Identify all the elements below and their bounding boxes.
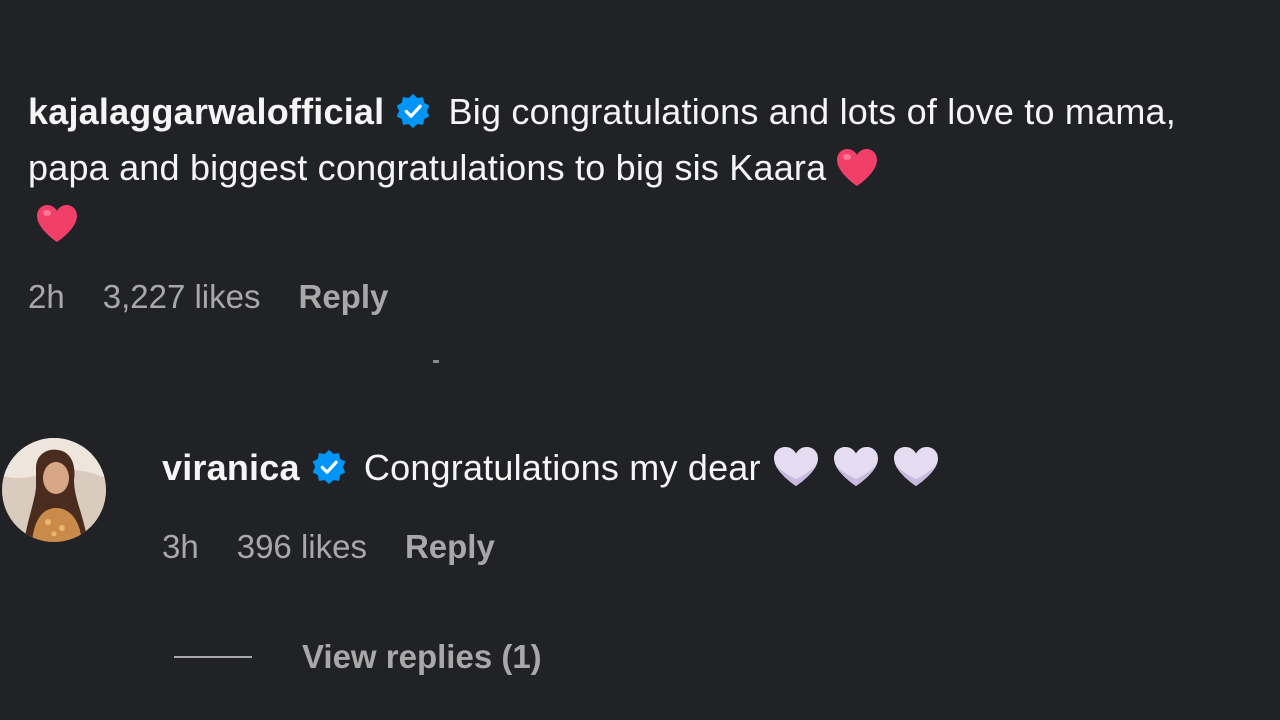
comment-body: kajalaggarwalofficial Big congratulation…: [28, 84, 1248, 252]
comment-username[interactable]: viranica: [162, 447, 300, 488]
comment-meta: 2h 3,227 likes Reply: [28, 278, 388, 316]
reply-button[interactable]: Reply: [298, 278, 388, 316]
comment-likes[interactable]: 396 likes: [237, 528, 367, 566]
comment-meta: 3h 396 likes Reply: [162, 528, 495, 566]
comment-timestamp[interactable]: 3h: [162, 528, 199, 566]
red-heart-icon: [34, 202, 80, 244]
white-heart-icon: [891, 444, 941, 488]
comment-username[interactable]: kajalaggarwalofficial: [28, 91, 384, 132]
replies-divider-line: [174, 656, 252, 658]
comment-body: viranica Congratulations my dear: [162, 440, 1262, 496]
comment-item: viranica Congratulations my dear 3h 396 …: [162, 440, 1262, 565]
comments-panel: kajalaggarwalofficial Big congratulation…: [0, 0, 1280, 720]
verified-badge-icon: [310, 446, 348, 485]
reply-button[interactable]: Reply: [405, 528, 495, 566]
comment-timestamp[interactable]: 2h: [28, 278, 65, 316]
verified-badge-icon: [394, 90, 432, 129]
avatar[interactable]: [2, 438, 106, 542]
comment-item: kajalaggarwalofficial Big congratulation…: [28, 84, 1248, 315]
view-replies-button[interactable]: View replies (1): [174, 638, 542, 676]
divider-mark: [433, 360, 439, 363]
comment-text: Congratulations my dear: [363, 447, 761, 488]
white-heart-icon: [831, 444, 881, 488]
red-heart-icon: [834, 146, 880, 188]
white-heart-icon: [771, 444, 821, 488]
view-replies-label: View replies (1): [302, 638, 542, 675]
comment-likes[interactable]: 3,227 likes: [103, 278, 261, 316]
